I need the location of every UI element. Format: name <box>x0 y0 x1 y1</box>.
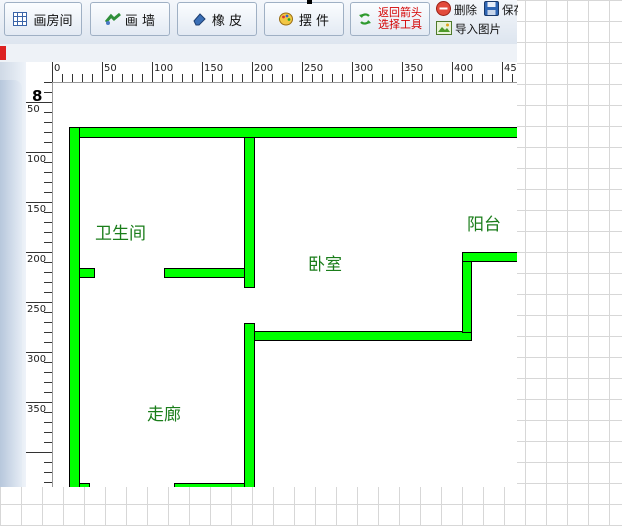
draw-wall-label: 画 墙 <box>124 13 156 29</box>
ruler-label: 250 <box>304 63 324 74</box>
wall-middle-lower[interactable] <box>244 323 255 488</box>
floor-plan[interactable]: 卫生间 卧室 阳台 走廊 <box>52 82 517 487</box>
ruler-label: 0 <box>54 63 61 74</box>
tab-marker <box>0 46 6 60</box>
wall-bedroom-bottom[interactable] <box>254 331 472 341</box>
ruler-label: 150 <box>204 63 224 74</box>
draw-wall-button[interactable]: 画 墙 <box>90 2 170 36</box>
origin-marker-icon: 8 <box>32 87 43 105</box>
import-image-button[interactable]: 导入图片 <box>436 20 501 38</box>
tab-strip <box>0 44 517 62</box>
wall-top[interactable] <box>69 127 518 138</box>
ruler-label: 400 <box>454 63 474 74</box>
ruler-label: 200 <box>27 254 47 265</box>
room-label-balcony[interactable]: 阳台 <box>467 215 501 235</box>
wall-icon <box>104 12 121 26</box>
eraser-label: 橡 皮 <box>211 13 243 29</box>
ruler-label: 300 <box>27 354 47 365</box>
ruler-label: 300 <box>354 63 374 74</box>
image-icon <box>436 20 452 38</box>
import-image-label: 导入图片 <box>455 22 501 36</box>
return-select-tool-button[interactable]: 返回箭头 选择工具 <box>350 2 430 36</box>
return-select-tool-text: 返回箭头 选择工具 <box>378 7 422 31</box>
ruler-label: 100 <box>27 154 47 165</box>
delete-button[interactable]: 删除 <box>436 1 477 19</box>
ruler-label: 150 <box>27 204 47 215</box>
save-button[interactable]: 保存 <box>484 1 518 19</box>
ruler-label: 350 <box>404 63 424 74</box>
toolbar: 画房间 画 墙 橡 皮 摆 件 返回箭头 选择工具 删除 保 导入图片 <box>0 0 518 45</box>
wall-corridor-bottom-right[interactable] <box>174 483 245 488</box>
design-canvas[interactable]: 0 50 100 150 200 250 300 350 400 450 8 50 100 150 20… <box>26 62 517 487</box>
refresh-arrows-icon <box>358 12 372 26</box>
save-icon <box>484 1 499 19</box>
delete-label: 删除 <box>454 3 477 17</box>
wall-bathroom-stub[interactable] <box>79 268 95 278</box>
room-label-corridor[interactable]: 走廊 <box>147 405 181 425</box>
grid-room-icon <box>13 12 28 26</box>
ruler-label: 350 <box>27 404 47 415</box>
ruler-label: 450 <box>504 63 517 74</box>
eraser-button[interactable]: 橡 皮 <box>177 2 257 36</box>
wall-balcony-top[interactable] <box>462 252 518 262</box>
room-label-bedroom[interactable]: 卧室 <box>308 255 342 275</box>
ruler-label: 50 <box>27 104 40 115</box>
place-item-label: 摆 件 <box>298 13 330 29</box>
place-item-button[interactable]: 摆 件 <box>264 2 344 36</box>
wall-left[interactable] <box>69 127 80 488</box>
draw-room-label: 画房间 <box>33 13 73 29</box>
palette-icon <box>278 12 293 26</box>
room-label-bathroom[interactable]: 卫生间 <box>95 224 146 244</box>
wall-bathroom-bottom[interactable] <box>164 268 245 278</box>
draw-room-button[interactable]: 画房间 <box>4 2 82 36</box>
wall-corridor-bottom-left[interactable] <box>79 483 90 488</box>
delete-icon <box>436 1 451 19</box>
left-side-panel <box>0 62 27 487</box>
ruler-label: 250 <box>27 304 47 315</box>
eraser-icon <box>192 12 206 26</box>
left-panel-tab[interactable] <box>0 80 22 487</box>
save-label: 保存 <box>502 3 518 17</box>
selection-handle[interactable] <box>307 0 312 4</box>
wall-middle-upper[interactable] <box>244 137 255 288</box>
ruler-label: 100 <box>154 63 174 74</box>
horizontal-ruler: 0 50 100 150 200 250 300 350 400 450 <box>26 62 517 83</box>
return-line-2: 选择工具 <box>378 18 422 31</box>
vertical-ruler: 8 50 100 150 200 250 300 350 <box>26 82 53 487</box>
ruler-label: 200 <box>254 63 274 74</box>
wall-balcony-left[interactable] <box>462 252 472 333</box>
vertical-ruler-ticks <box>26 82 52 483</box>
ruler-label: 50 <box>104 63 117 74</box>
